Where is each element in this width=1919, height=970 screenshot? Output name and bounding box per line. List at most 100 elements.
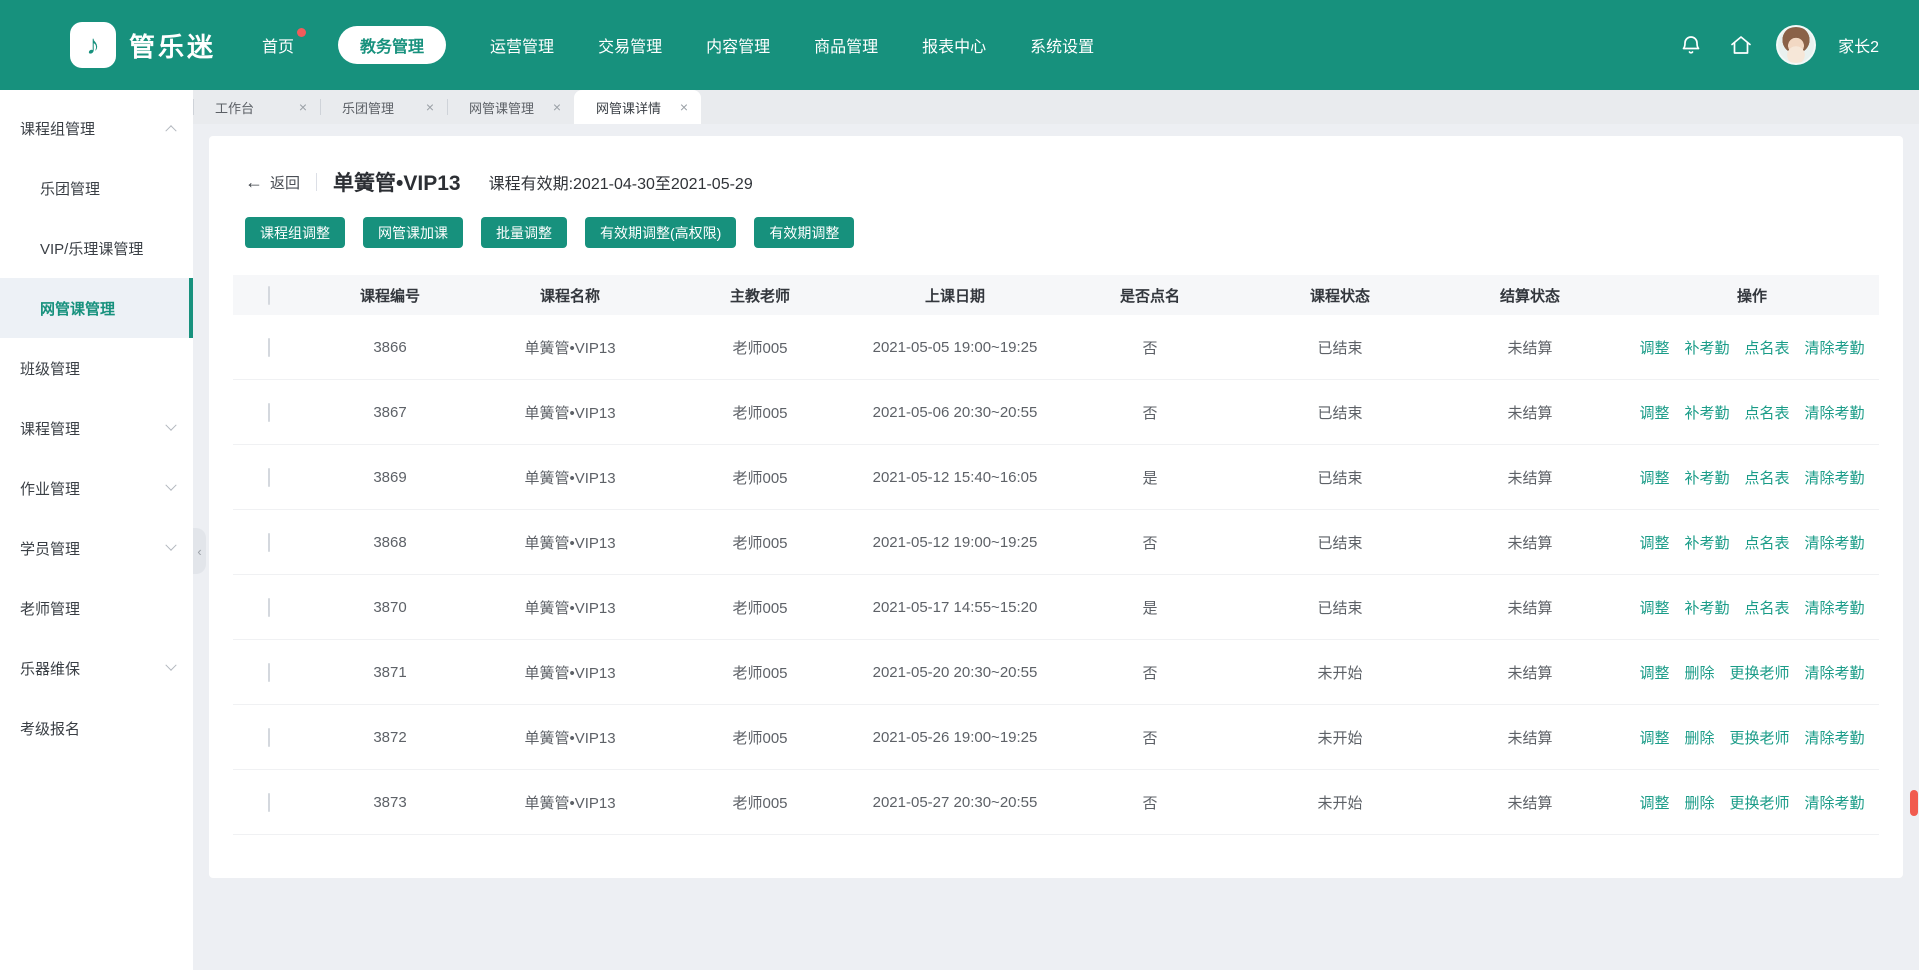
avatar[interactable]: [1778, 27, 1814, 63]
operation-link[interactable]: 清除考勤: [1805, 727, 1865, 748]
row-checkbox[interactable]: [268, 598, 270, 617]
operation-link[interactable]: 调整: [1639, 597, 1669, 618]
cell-operations: 调整 删除 更换老师 清除考勤: [1625, 792, 1879, 813]
operation-link[interactable]: 清除考勤: [1805, 597, 1865, 618]
cell-teacher: 老师005: [665, 792, 855, 813]
nav-item[interactable]: 报表中心: [922, 26, 986, 64]
operation-link[interactable]: 更换老师: [1730, 727, 1790, 748]
sidebar-item[interactable]: 乐团管理: [0, 158, 193, 218]
nav-item[interactable]: 运营管理: [490, 26, 554, 64]
page-tab[interactable]: 网管课详情 ×: [574, 90, 701, 124]
operation-link[interactable]: 点名表: [1745, 597, 1790, 618]
page-title: 单簧管•VIP13: [333, 167, 461, 197]
operation-link[interactable]: 清除考勤: [1805, 532, 1865, 553]
operation-link[interactable]: 调整: [1639, 792, 1669, 813]
nav-item[interactable]: 教务管理: [338, 26, 446, 64]
operation-link[interactable]: 补考勤: [1684, 467, 1729, 488]
sidebar-item[interactable]: 考级报名: [0, 698, 193, 758]
tab-close-icon[interactable]: ×: [299, 100, 307, 114]
page-tab[interactable]: 乐团管理 ×: [320, 90, 447, 124]
back-button[interactable]: ← 返回: [245, 172, 300, 193]
cell-course-id: 3873: [305, 794, 475, 811]
cell-operations: 调整 补考勤 点名表 清除考勤: [1625, 467, 1879, 488]
sidebar-item[interactable]: 作业管理: [0, 458, 193, 518]
operation-link[interactable]: 清除考勤: [1805, 662, 1865, 683]
sidebar-collapse-handle[interactable]: ‹: [193, 528, 206, 574]
operation-link[interactable]: 补考勤: [1684, 532, 1729, 553]
table-row: 3872 单簧管•VIP13 老师005 2021-05-26 19:00~19…: [233, 705, 1879, 770]
sidebar-item[interactable]: 班级管理: [0, 338, 193, 398]
toolbar-button[interactable]: 网管课加课: [363, 217, 463, 248]
sidebar-item[interactable]: 老师管理: [0, 578, 193, 638]
operation-link[interactable]: 补考勤: [1684, 402, 1729, 423]
operation-link[interactable]: 删除: [1684, 727, 1714, 748]
page-tab[interactable]: 网管课管理 ×: [447, 90, 574, 124]
operation-link[interactable]: 补考勤: [1684, 597, 1729, 618]
back-label: 返回: [270, 172, 300, 193]
operation-link[interactable]: 调整: [1639, 467, 1669, 488]
tab-close-icon[interactable]: ×: [553, 100, 561, 114]
operation-link[interactable]: 清除考勤: [1805, 402, 1865, 423]
row-checkbox[interactable]: [268, 728, 270, 747]
operation-link[interactable]: 补考勤: [1684, 337, 1729, 358]
tab-close-icon[interactable]: ×: [426, 100, 434, 114]
cell-course-status: 已结束: [1245, 532, 1435, 553]
operation-link[interactable]: 点名表: [1745, 337, 1790, 358]
row-select-cell: [233, 469, 305, 486]
select-all-checkbox[interactable]: [268, 286, 270, 305]
current-user-name[interactable]: 家长2: [1838, 33, 1879, 57]
toolbar-button[interactable]: 课程组调整: [245, 217, 345, 248]
sidebar-item[interactable]: 课程管理: [0, 398, 193, 458]
back-arrow-icon: ←: [245, 172, 263, 193]
toolbar-button[interactable]: 批量调整: [481, 217, 567, 248]
cell-course-name: 单簧管•VIP13: [475, 597, 665, 618]
sidebar-item[interactable]: 课程组管理: [0, 98, 193, 158]
row-checkbox[interactable]: [268, 793, 270, 812]
sidebar-item[interactable]: 网管课管理: [0, 278, 193, 338]
nav-item[interactable]: 商品管理: [814, 26, 878, 64]
operation-link[interactable]: 更换老师: [1730, 792, 1790, 813]
operation-link[interactable]: 调整: [1639, 727, 1669, 748]
bell-icon[interactable]: [1678, 32, 1704, 58]
operation-link[interactable]: 调整: [1639, 662, 1669, 683]
row-checkbox[interactable]: [268, 338, 270, 357]
operation-link[interactable]: 点名表: [1745, 532, 1790, 553]
table-row: 3871 单簧管•VIP13 老师005 2021-05-20 20:30~20…: [233, 640, 1879, 705]
row-checkbox[interactable]: [268, 468, 270, 487]
operation-link[interactable]: 点名表: [1745, 402, 1790, 423]
operation-link[interactable]: 清除考勤: [1805, 337, 1865, 358]
vertical-scrollbar-thumb[interactable]: [1910, 790, 1918, 816]
operation-link[interactable]: 点名表: [1745, 467, 1790, 488]
page-tab[interactable]: 工作台 ×: [193, 90, 320, 124]
row-checkbox[interactable]: [268, 403, 270, 422]
row-checkbox[interactable]: [268, 533, 270, 552]
app-logo[interactable]: ♪ 管乐迷: [70, 22, 216, 68]
cell-rollcall: 是: [1055, 597, 1245, 618]
nav-item[interactable]: 首页: [262, 26, 294, 64]
operation-link[interactable]: 调整: [1639, 337, 1669, 358]
toolbar-button[interactable]: 有效期调整(高权限): [585, 217, 736, 248]
sidebar-item[interactable]: 学员管理: [0, 518, 193, 578]
operation-link[interactable]: 删除: [1684, 662, 1714, 683]
home-icon[interactable]: [1728, 32, 1754, 58]
operation-link[interactable]: 调整: [1639, 532, 1669, 553]
sidebar-item-label: 乐器维保: [20, 658, 80, 679]
cell-operations: 调整 补考勤 点名表 清除考勤: [1625, 532, 1879, 553]
operation-link[interactable]: 清除考勤: [1805, 792, 1865, 813]
row-checkbox[interactable]: [268, 663, 270, 682]
page-header: ← 返回 单簧管•VIP13 课程有效期:2021-04-30至2021-05-…: [209, 164, 1903, 200]
sidebar-item[interactable]: 乐器维保: [0, 638, 193, 698]
nav-item[interactable]: 系统设置: [1030, 26, 1094, 64]
operation-link[interactable]: 删除: [1684, 792, 1714, 813]
nav-item[interactable]: 交易管理: [598, 26, 662, 64]
toolbar-button[interactable]: 有效期调整: [754, 217, 854, 248]
nav-item[interactable]: 内容管理: [706, 26, 770, 64]
operation-link[interactable]: 调整: [1639, 402, 1669, 423]
operation-link[interactable]: 更换老师: [1730, 662, 1790, 683]
sidebar-item[interactable]: VIP/乐理课管理: [0, 218, 193, 278]
cell-rollcall: 否: [1055, 402, 1245, 423]
operation-link[interactable]: 清除考勤: [1805, 467, 1865, 488]
vertical-scrollbar-track[interactable]: [1909, 90, 1919, 970]
tab-close-icon[interactable]: ×: [680, 100, 688, 114]
course-detail-panel: ← 返回 单簧管•VIP13 课程有效期:2021-04-30至2021-05-…: [209, 136, 1903, 878]
